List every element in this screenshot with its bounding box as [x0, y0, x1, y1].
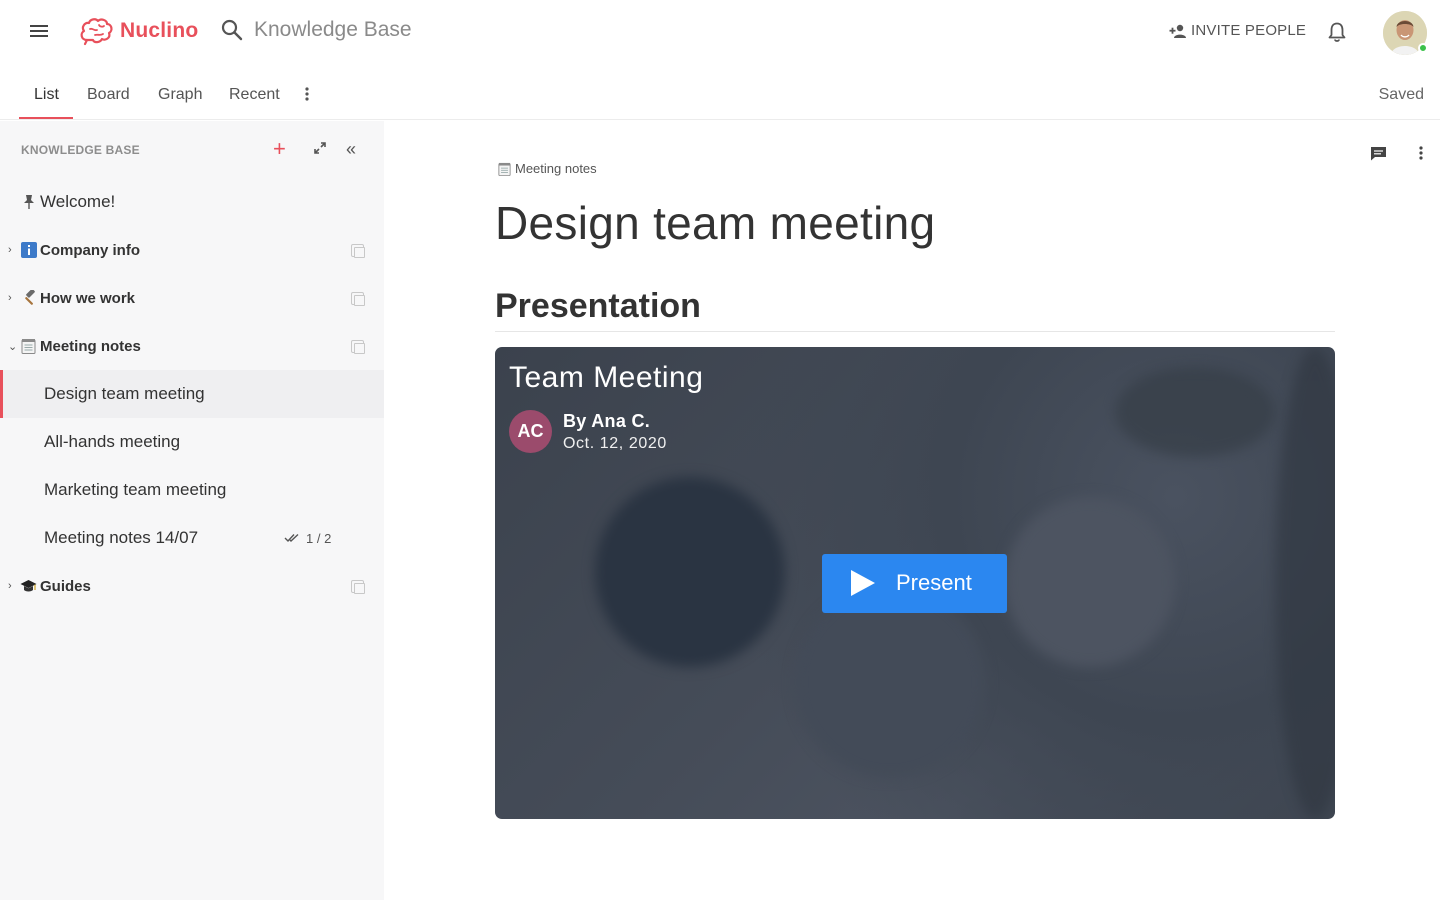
search-placeholder: Knowledge Base — [254, 18, 412, 41]
presentation-author: By Ana C. — [563, 411, 651, 431]
sidebar-item-how-we-work[interactable]: › How we work — [0, 274, 384, 322]
copy-icon[interactable] — [351, 291, 365, 306]
page-title[interactable]: Design team meeting — [495, 196, 935, 250]
task-progress: 1 / 2 — [284, 531, 331, 546]
sidebar-item-label: Marketing team meeting — [44, 480, 227, 499]
sidebar-item-label: Design team meeting — [44, 384, 205, 403]
sidebar-header: KNOWLEDGE BASE — [21, 143, 140, 157]
more-tabs-button[interactable] — [302, 86, 312, 107]
notepad-icon — [20, 338, 37, 355]
notifications-button[interactable] — [1327, 21, 1347, 48]
sidebar-item-label: Guides — [40, 577, 91, 595]
sidebar-item-label: Meeting notes — [40, 337, 141, 355]
bell-icon — [1328, 22, 1346, 42]
save-status: Saved — [1378, 86, 1424, 103]
add-person-icon — [1169, 24, 1186, 38]
sidebar-item-all-hands-meeting[interactable]: All-hands meeting — [0, 418, 384, 466]
task-count: 1 / 2 — [306, 530, 332, 546]
search-icon — [221, 19, 243, 41]
sidebar-item-label: All-hands meeting — [44, 432, 181, 451]
chevron-right-icon[interactable]: › — [8, 580, 12, 592]
sidebar: KNOWLEDGE BASE + « Welcome! › Company in… — [0, 121, 384, 900]
more-vertical-icon — [1419, 146, 1423, 160]
brain-logo-icon — [80, 18, 113, 46]
sidebar-item-label: How we work — [40, 289, 136, 307]
background-shape — [1005, 497, 1175, 667]
copy-icon[interactable] — [351, 339, 365, 354]
present-label: Present — [896, 570, 972, 595]
chevron-down-icon[interactable]: ⌄ — [8, 340, 17, 353]
tab-recent[interactable]: Recent — [229, 86, 280, 104]
view-tabs: List Board Graph Recent Saved — [0, 66, 1440, 120]
copy-icon[interactable] — [351, 579, 365, 594]
graduation-cap-icon — [20, 578, 37, 595]
present-button[interactable]: Present — [822, 554, 1007, 613]
top-header: Nuclino Knowledge Base INVITE PEOPLE — [0, 0, 1440, 66]
search-field[interactable]: Knowledge Base — [220, 18, 412, 42]
sidebar-item-design-team-meeting[interactable]: Design team meeting — [0, 370, 384, 418]
user-avatar[interactable] — [1383, 11, 1428, 55]
tab-list[interactable]: List — [34, 86, 59, 104]
background-shape — [795, 587, 985, 777]
tab-graph[interactable]: Graph — [158, 86, 202, 104]
app-logo[interactable]: Nuclino — [78, 16, 198, 46]
presentation-title: Team Meeting — [509, 361, 704, 394]
section-divider — [495, 331, 1335, 332]
double-check-icon — [284, 533, 299, 543]
comments-button[interactable] — [1370, 145, 1387, 166]
expand-icon — [314, 142, 326, 154]
sidebar-item-label: Company info — [40, 241, 140, 259]
invite-people-button[interactable]: INVITE PEOPLE — [1169, 22, 1306, 39]
play-icon — [851, 570, 875, 596]
author-avatar: AC — [509, 410, 552, 453]
copy-icon[interactable] — [351, 243, 365, 258]
active-tab-indicator — [19, 117, 73, 119]
breadcrumb[interactable]: Meeting notes — [498, 161, 597, 176]
sidebar-item-guides[interactable]: › Guides — [0, 562, 384, 610]
info-icon — [20, 242, 37, 259]
sidebar-item-company-info[interactable]: › Company info — [0, 226, 384, 274]
sidebar-item-welcome[interactable]: Welcome! — [0, 178, 384, 226]
chevron-right-icon[interactable]: › — [8, 244, 12, 256]
sidebar-item-marketing-team-meeting[interactable]: Marketing team meeting — [0, 466, 384, 514]
invite-label: INVITE PEOPLE — [1191, 22, 1307, 39]
background-shape — [1115, 367, 1275, 457]
comment-icon — [1371, 147, 1386, 161]
presentation-date: Oct. 12, 2020 — [563, 435, 667, 452]
online-status-dot — [1418, 43, 1428, 53]
breadcrumb-label: Meeting notes — [515, 161, 597, 176]
section-heading[interactable]: Presentation — [495, 287, 701, 326]
expand-button[interactable] — [313, 141, 327, 160]
more-vertical-icon — [305, 87, 309, 101]
collapse-sidebar-button[interactable]: « — [346, 139, 356, 160]
sidebar-item-label: Welcome! — [40, 192, 116, 211]
background-shape — [1275, 347, 1335, 819]
chevron-right-icon[interactable]: › — [8, 292, 12, 304]
tab-board[interactable]: Board — [87, 86, 130, 104]
app-name: Nuclino — [120, 19, 199, 42]
background-shape — [595, 477, 785, 667]
sidebar-item-meeting-notes-14-07[interactable]: Meeting notes 14/07 1 / 2 — [0, 514, 384, 562]
more-options-button[interactable] — [1416, 145, 1426, 166]
sidebar-item-meeting-notes[interactable]: ⌄ Meeting notes — [0, 322, 384, 370]
notepad-icon — [498, 162, 511, 176]
menu-icon[interactable] — [28, 22, 50, 44]
hammer-icon — [20, 290, 37, 307]
pin-icon — [20, 194, 37, 211]
presentation-embed[interactable]: Team Meeting AC By Ana C. Oct. 12, 2020 … — [495, 347, 1335, 819]
sidebar-item-label: Meeting notes 14/07 — [44, 528, 199, 547]
add-item-button[interactable]: + — [273, 138, 286, 160]
